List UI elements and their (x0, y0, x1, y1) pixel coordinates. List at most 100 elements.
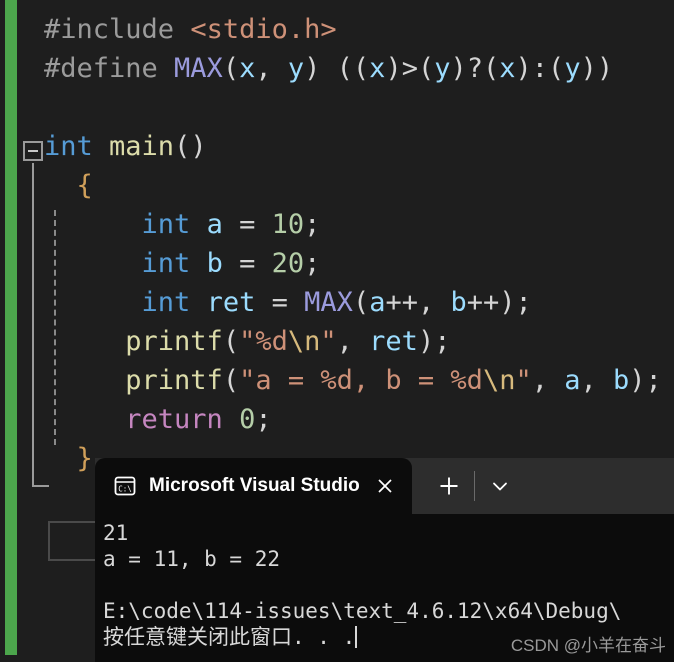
line-printf-ab: printf("a = %d, b = %d\n", a, b); (0, 361, 674, 400)
code-token: () (174, 131, 207, 162)
line-main: int main() (0, 127, 674, 166)
code-token: ++); (466, 287, 532, 318)
code-token: 0 (239, 404, 256, 435)
code-token: ) (( (304, 53, 370, 84)
code-token: = (255, 287, 305, 318)
terminal-tab-active[interactable]: C:\ Microsoft Visual Studio (95, 458, 412, 514)
code-text[interactable]: #include <stdio.h> #define MAX(x, y) ((x)… (0, 0, 674, 478)
code-token: x (239, 53, 256, 84)
code-token: int (141, 287, 191, 318)
code-token: ( (222, 326, 240, 357)
code-token: ret (206, 287, 256, 318)
code-token: int (141, 209, 191, 240)
code-token: ++, (385, 287, 451, 318)
code-token: ; (304, 248, 321, 279)
code-token: #include (44, 14, 191, 45)
close-icon[interactable] (372, 473, 398, 499)
line-blank-1 (0, 88, 674, 127)
line-return: return 0; (0, 400, 674, 439)
code-token: a (206, 209, 223, 240)
code-token: printf (125, 326, 223, 357)
code-token: "a = %d, b = %d (239, 365, 483, 396)
code-token: ; (255, 404, 272, 435)
chevron-down-icon[interactable] (479, 458, 521, 514)
code-token: ); (629, 365, 662, 396)
code-token: b (613, 365, 630, 396)
code-token: ; (304, 209, 321, 240)
code-token: b (450, 287, 467, 318)
text-cursor (355, 626, 358, 648)
code-token: = (222, 209, 272, 240)
line-int-a: int a = 10; (0, 205, 674, 244)
code-token: = (222, 248, 272, 279)
line-define: #define MAX(x, y) ((x)>(y)?(x):(y)) (0, 49, 674, 88)
code-token: \n (482, 365, 516, 396)
code-token: ):( (515, 53, 565, 84)
code-token: y (287, 53, 305, 84)
code-token: "%d (239, 326, 288, 357)
code-token: ); (417, 326, 451, 357)
code-token: 20 (271, 248, 305, 279)
code-token: ( (222, 53, 240, 84)
line-open-brace: { (0, 166, 674, 205)
code-token: , (255, 53, 288, 84)
code-token: " (320, 326, 337, 357)
code-token: , (336, 326, 370, 357)
terminal-tab-actions (412, 458, 521, 514)
code-token: x (369, 53, 386, 84)
code-token: y (564, 53, 581, 84)
code-token: return (125, 404, 223, 435)
code-token: int (141, 248, 191, 279)
terminal-tab-bar: C:\ Microsoft Visual Studio (95, 458, 674, 514)
code-token: )?( (450, 53, 500, 84)
code-token: a (564, 365, 581, 396)
line-include: #include <stdio.h> (0, 10, 674, 49)
code-token: #define (44, 53, 175, 84)
code-token: " (515, 365, 532, 396)
code-token: { (44, 170, 93, 201)
code-token: <stdio.h> (190, 14, 337, 45)
code-token: ( (352, 287, 370, 318)
toolbar-separator (473, 471, 475, 501)
line-printf-ret: printf("%d\n", ret); (0, 322, 674, 361)
code-token: b (206, 248, 223, 279)
terminal-line: 21 (103, 521, 129, 545)
console-cmd-icon: C:\ (113, 474, 137, 498)
code-token: , (531, 365, 565, 396)
terminal-line: E:\code\114-issues\text_4.6.12\x64\Debug… (103, 599, 622, 623)
code-token: MAX (304, 287, 353, 318)
code-token: main (109, 131, 175, 162)
svg-text:C:\: C:\ (118, 484, 132, 493)
terminal-line: a = 11, b = 22 (103, 547, 281, 571)
code-token: printf (125, 365, 223, 396)
code-token: ( (222, 365, 240, 396)
plus-icon[interactable] (428, 458, 470, 514)
watermark-label: CSDN @小羊在奋斗 (510, 636, 666, 655)
line-int-ret: int ret = MAX(a++, b++); (0, 283, 674, 322)
line-int-b: int b = 20; (0, 244, 674, 283)
screenshot-root: #include <stdio.h> #define MAX(x, y) ((x)… (0, 0, 674, 662)
code-token: \n (287, 326, 321, 357)
code-token: MAX (174, 53, 223, 84)
code-token: , (580, 365, 614, 396)
code-token: 10 (271, 209, 305, 240)
code-token: x (499, 53, 516, 84)
code-token: y (434, 53, 451, 84)
terminal-output[interactable]: 21 a = 11, b = 22 E:\code\114-issues\text_… (95, 514, 674, 650)
code-token: ret (369, 326, 418, 357)
code-token: int (44, 131, 110, 162)
terminal-panel[interactable]: C:\ Microsoft Visual Studio 21 a = 11, b… (95, 458, 674, 662)
code-token: a (369, 287, 386, 318)
